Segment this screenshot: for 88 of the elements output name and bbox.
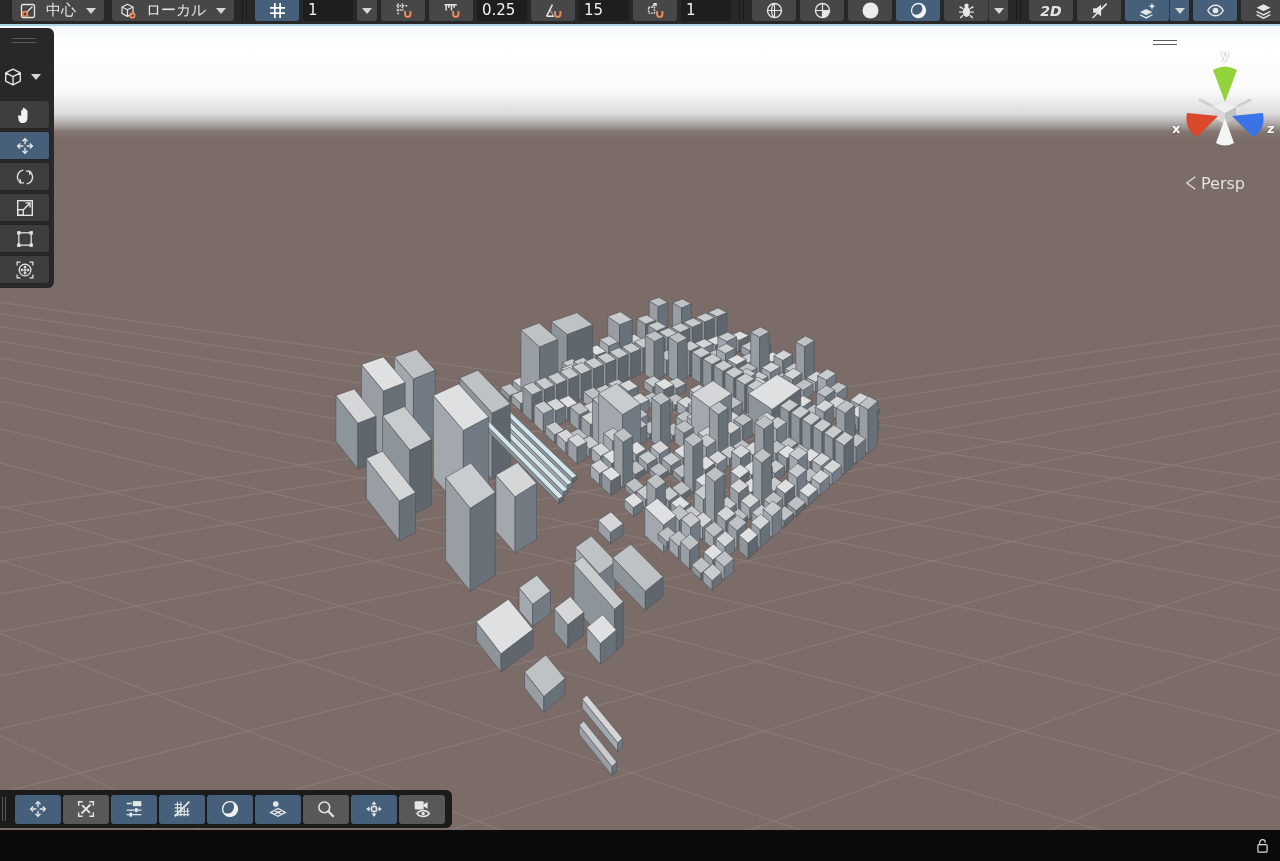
pivot-icon <box>20 2 36 19</box>
cube-icon <box>4 68 22 86</box>
cube-icon <box>120 2 136 19</box>
sliders-icon <box>125 800 143 818</box>
shaded-wireframe-button[interactable] <box>800 0 844 21</box>
dropdown-arrow-button[interactable] <box>988 0 1008 21</box>
space-dropdown[interactable]: ローカル <box>112 0 234 21</box>
lock-icon <box>1257 838 1268 853</box>
axis-label: z <box>1267 121 1275 136</box>
search-icon <box>317 800 335 818</box>
grid-snap-button[interactable] <box>381 0 425 21</box>
scale-snap-field[interactable]: 1 <box>681 0 731 21</box>
wireframe-mode-button[interactable] <box>752 0 796 21</box>
dropdown-arrow-button[interactable] <box>1169 0 1189 21</box>
node-arrows-icon <box>365 800 383 818</box>
move-arrows-icon <box>15 136 34 155</box>
lighting-toggle[interactable] <box>896 0 940 21</box>
move-tool-button[interactable] <box>0 131 50 160</box>
layers-icon <box>1254 2 1272 19</box>
axis-label: x <box>1172 121 1181 136</box>
sphere-icon <box>861 2 879 19</box>
layers-button[interactable] <box>1241 0 1280 21</box>
angle-magnet-icon <box>544 2 562 19</box>
rotation-snap-field[interactable]: 15 <box>579 0 629 21</box>
grid-toggle[interactable] <box>255 0 299 21</box>
globe-icon <box>813 2 831 19</box>
layers-sparkle-icon <box>1138 2 1156 19</box>
visibility-toggle[interactable] <box>1193 0 1237 21</box>
muted-speaker-icon <box>1090 2 1108 19</box>
handles-overlay-button[interactable] <box>63 794 109 824</box>
axis-cone[interactable] <box>1186 113 1218 137</box>
transform-tool-button[interactable] <box>0 255 50 284</box>
snap-grid-icon <box>173 800 191 818</box>
camera-overlay-button[interactable] <box>399 794 445 824</box>
transform-icon <box>15 260 34 279</box>
hand-tool-button[interactable] <box>0 100 50 129</box>
increment-snap-field[interactable]: 0.25 <box>477 0 527 21</box>
settings-overlay-button[interactable] <box>111 794 157 824</box>
grid-magnet-icon <box>394 2 412 19</box>
chevron-left-icon <box>1186 176 1196 190</box>
effects-toggle[interactable] <box>1125 0 1169 21</box>
gizmos-button[interactable] <box>255 794 301 824</box>
move-arrows-icon <box>29 800 47 818</box>
eye-icon <box>1206 2 1224 19</box>
projection-toggle[interactable]: Persp <box>1186 172 1245 194</box>
scale-icon <box>15 198 34 217</box>
increment-snap-button[interactable] <box>429 0 473 21</box>
grid-size-field[interactable]: 1 <box>303 0 353 21</box>
axis-cone[interactable] <box>1232 113 1264 137</box>
square-magnet-icon <box>646 2 664 19</box>
transform-overlay-button[interactable] <box>351 794 397 824</box>
grid-icon <box>268 2 286 19</box>
lighting-button[interactable] <box>207 794 253 824</box>
rotation-snap-button[interactable] <box>531 0 575 21</box>
scale-tool-button[interactable] <box>0 193 50 222</box>
drag-handle-icon <box>12 38 36 43</box>
rect-handles-icon <box>15 229 34 248</box>
pivot-dropdown[interactable]: 中心 <box>12 0 104 21</box>
ruler-magnet-icon <box>442 2 460 19</box>
dropdown-arrow-button[interactable] <box>357 0 377 21</box>
caret-icon <box>362 7 372 14</box>
shaded-mode-button[interactable] <box>848 0 892 21</box>
debug-draw-button[interactable] <box>944 0 988 21</box>
rect-tool-button[interactable] <box>0 224 50 253</box>
caret-icon <box>31 74 41 80</box>
bug-icon <box>957 2 975 19</box>
gizmo-cube[interactable] <box>1198 98 1252 124</box>
crescent-icon <box>909 2 927 19</box>
grid-snapping-button[interactable] <box>159 794 205 824</box>
crescent-icon <box>221 800 239 818</box>
caret-icon <box>216 7 226 14</box>
search-button[interactable] <box>303 794 349 824</box>
axis-cone[interactable] <box>1216 118 1234 146</box>
crossed-frame-icon <box>77 800 95 818</box>
caret-icon <box>86 7 96 14</box>
caret-icon <box>993 7 1004 14</box>
dot-grid-icon <box>269 800 287 818</box>
rotate-arrows-icon <box>15 167 34 186</box>
drag-handle-icon <box>1153 40 1177 45</box>
caret-icon <box>1174 7 1185 14</box>
rotate-tool-button[interactable] <box>0 162 50 191</box>
camera-eye-icon <box>413 800 431 818</box>
move-overlay-button[interactable] <box>15 794 61 824</box>
audio-toggle[interactable] <box>1077 0 1121 21</box>
drag-handle-icon <box>2 797 6 821</box>
scale-snap-button[interactable] <box>633 0 677 21</box>
view-2d-toggle[interactable]: 2D <box>1029 0 1073 21</box>
wireframe-globe-icon <box>765 2 783 19</box>
